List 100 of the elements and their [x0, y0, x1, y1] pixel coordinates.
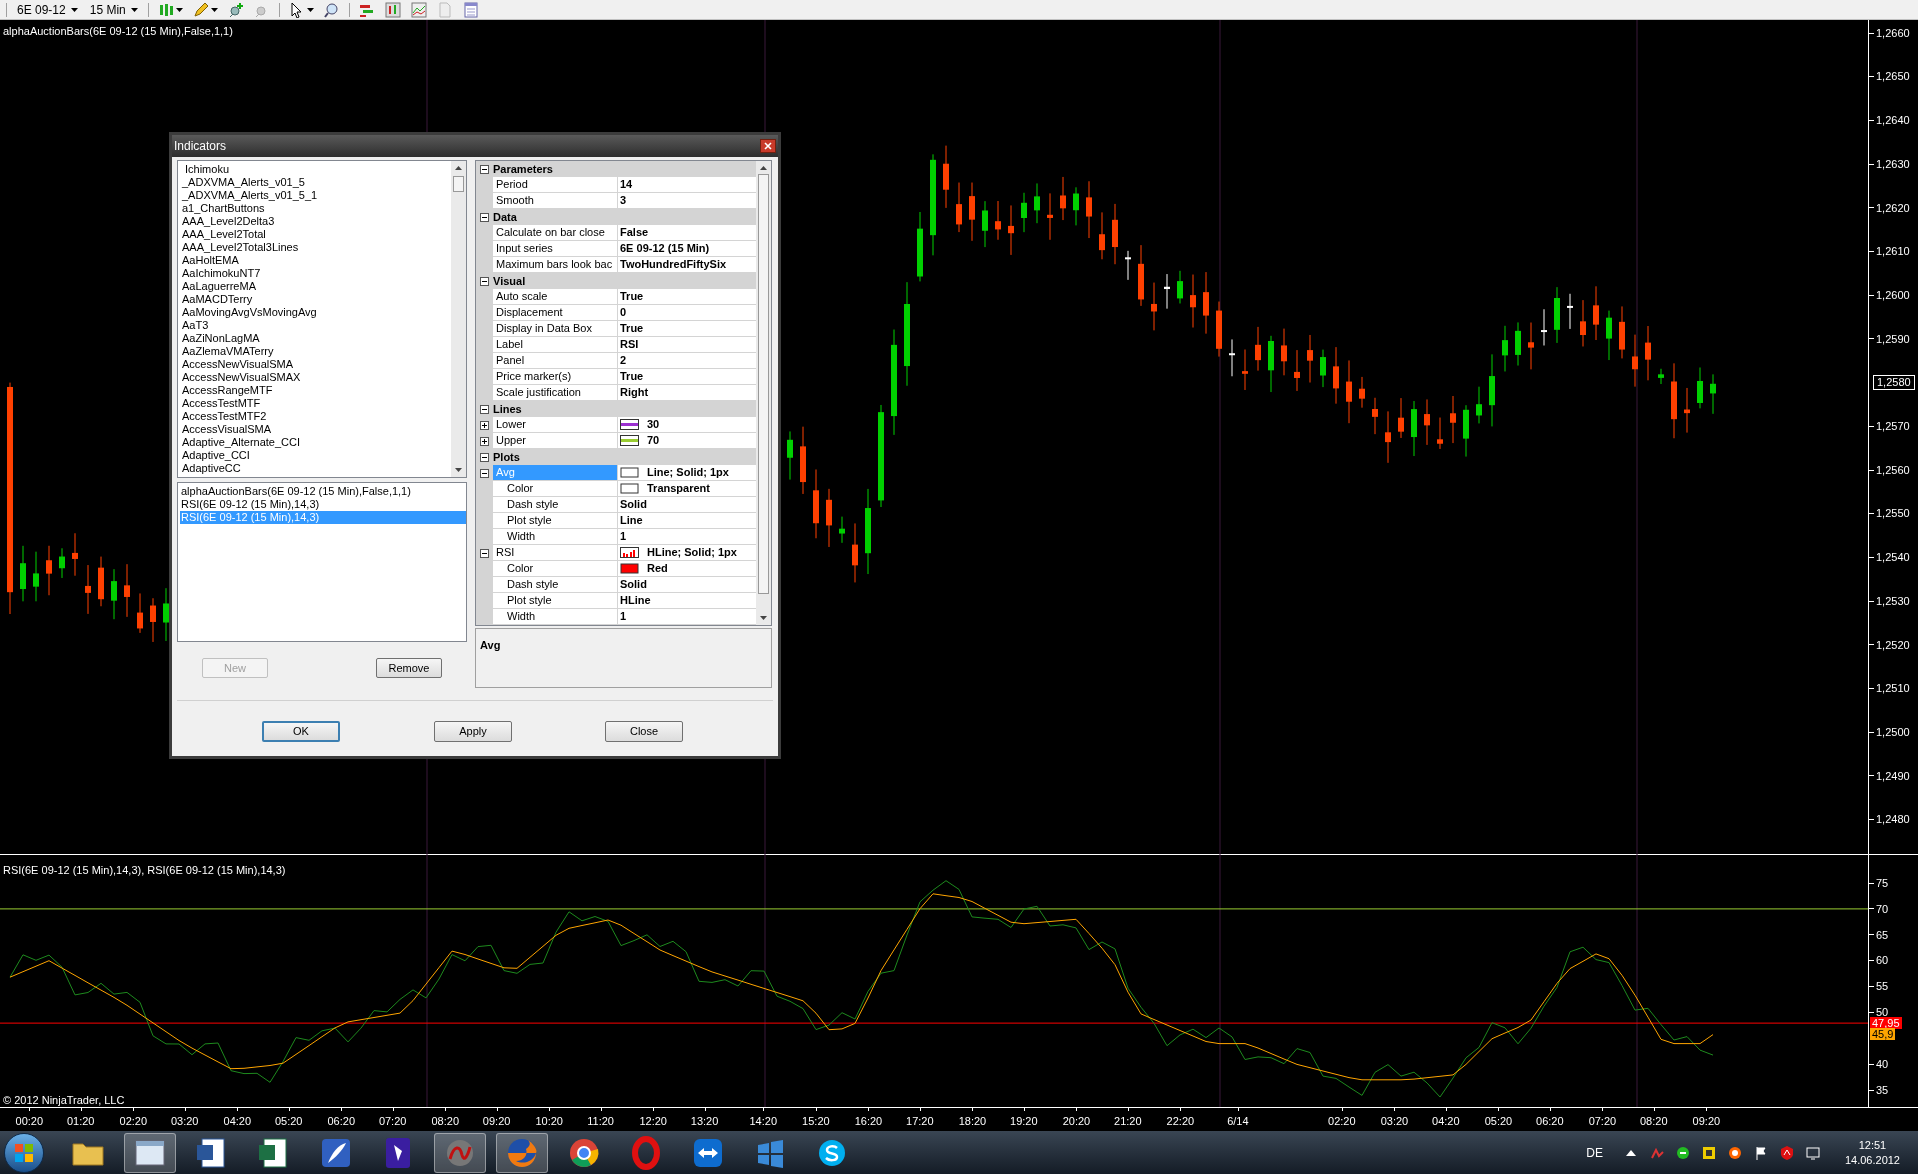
- collapse-icon[interactable]: [480, 276, 489, 286]
- tray-app-icon[interactable]: [1700, 1144, 1717, 1161]
- list-item[interactable]: Ichimoku: [182, 163, 451, 176]
- property-name[interactable]: Dash style: [493, 497, 618, 513]
- property-value: HLine: [620, 593, 651, 609]
- price-label: 1,2600: [1876, 287, 1910, 303]
- scrollbar-thumb[interactable]: [453, 176, 464, 192]
- scrollbar[interactable]: [451, 161, 466, 477]
- list-item[interactable]: a1_ChartButtons: [182, 202, 451, 215]
- property-name[interactable]: Smooth: [493, 193, 618, 209]
- property-name[interactable]: Maximum bars look bac: [493, 257, 618, 273]
- list-item[interactable]: AccessVisualSMA: [182, 423, 451, 436]
- list-item[interactable]: AAA_Level2Total3Lines: [182, 241, 451, 254]
- clock-date[interactable]: 14.06.2012: [1844, 1152, 1900, 1168]
- property-name[interactable]: Panel: [493, 353, 618, 369]
- list-item[interactable]: AaZlemaVMATerry: [182, 345, 451, 358]
- interval-dropdown[interactable]: 15 Min: [85, 0, 142, 19]
- pencil-icon[interactable]: [192, 1, 209, 18]
- list-item[interactable]: AaHoltEMA: [182, 254, 451, 267]
- rsi-label: 70: [1876, 901, 1889, 917]
- list-item[interactable]: _ADXVMA_Alerts_v01_5: [182, 176, 451, 189]
- list-item[interactable]: AaLaguerreMA: [182, 280, 451, 293]
- list-item[interactable]: AccessTestMTF2: [182, 410, 451, 423]
- scrollbar[interactable]: [756, 161, 771, 625]
- list-item[interactable]: AccessTestMTF: [182, 397, 451, 410]
- collapse-icon[interactable]: [480, 404, 489, 414]
- property-name[interactable]: Price marker(s): [493, 369, 618, 385]
- ok-button[interactable]: OK: [262, 721, 340, 742]
- property-name[interactable]: Color: [493, 561, 618, 577]
- zoom-icon[interactable]: [323, 1, 340, 18]
- time-label: 04:20: [223, 1114, 252, 1129]
- property-name[interactable]: Width: [493, 609, 618, 625]
- property-name[interactable]: Upper: [493, 433, 618, 449]
- expand-icon[interactable]: [480, 436, 489, 446]
- price-label: 1,2650: [1876, 69, 1910, 85]
- remove-button[interactable]: Remove: [376, 658, 442, 678]
- property-value: 1: [620, 529, 627, 545]
- property-name[interactable]: Plot style: [493, 513, 618, 529]
- list-item[interactable]: AdaptiveCC: [182, 462, 451, 475]
- property-value: 30: [647, 417, 660, 433]
- property-name[interactable]: Lower: [493, 417, 618, 433]
- candles-icon[interactable]: [384, 1, 401, 18]
- screen-icon[interactable]: [1804, 1144, 1821, 1161]
- start-button[interactable]: [4, 1132, 44, 1173]
- close-button[interactable]: Close: [605, 721, 683, 742]
- collapse-icon[interactable]: [480, 212, 489, 222]
- property-name[interactable]: RSI: [493, 545, 618, 561]
- list-item[interactable]: AccessNewVisualSMA: [182, 358, 451, 371]
- window-icon[interactable]: [462, 1, 479, 18]
- property-name[interactable]: Period: [493, 177, 618, 193]
- scrollbar-thumb[interactable]: [758, 174, 769, 594]
- caret-icon: [210, 7, 218, 12]
- property-name[interactable]: Input series: [493, 241, 618, 257]
- collapse-icon[interactable]: [480, 452, 489, 462]
- list-item[interactable]: Adaptive_CCI: [182, 449, 451, 462]
- property-name[interactable]: Color: [493, 481, 618, 497]
- taskbar-button[interactable]: [124, 1132, 176, 1173]
- list-item[interactable]: AAA_Level2Delta3: [182, 215, 451, 228]
- tray-app-icon[interactable]: [1726, 1144, 1743, 1161]
- list-item[interactable]: AaMACDTerry: [182, 293, 451, 306]
- time-label: 02:20: [119, 1114, 148, 1129]
- shield-icon[interactable]: [1778, 1144, 1795, 1161]
- caret-icon: [130, 7, 138, 12]
- property-name[interactable]: Label: [493, 337, 618, 353]
- pin-add-icon[interactable]: [227, 1, 244, 18]
- candles-icon[interactable]: [157, 1, 174, 18]
- list-item[interactable]: AAA_Level2Total: [182, 228, 451, 241]
- language-indicator[interactable]: DE: [1586, 1143, 1603, 1162]
- candlestick: [137, 592, 143, 634]
- line-chart-icon[interactable]: [410, 1, 427, 18]
- list-item[interactable]: AccessRangeMTF: [182, 384, 451, 397]
- property-name[interactable]: Auto scale: [493, 289, 618, 305]
- list-item[interactable]: _ADXVMA_Alerts_v01_5_1: [182, 189, 451, 202]
- list-item[interactable]: Adaptive_Alternate_CCI: [182, 436, 451, 449]
- list-item[interactable]: AaMovingAvgVsMovingAvg: [182, 306, 451, 319]
- list-item[interactable]: alphaAuctionBars(6E 09-12 (15 Min),False,1,1): [180, 485, 466, 498]
- sync-icon[interactable]: [1674, 1144, 1691, 1161]
- collapse-icon[interactable]: [480, 468, 489, 478]
- instrument-dropdown[interactable]: 6E 09-12: [13, 0, 82, 19]
- list-item[interactable]: AaIchimokuNT7: [182, 267, 451, 280]
- category-header: Data: [493, 209, 517, 225]
- collapse-icon[interactable]: [480, 548, 489, 558]
- list-item[interactable]: AaZiNonLagMA: [182, 332, 451, 345]
- list-item[interactable]: RSI(6E 09-12 (15 Min),14,3): [180, 498, 466, 511]
- property-name[interactable]: Dash style: [493, 577, 618, 593]
- property-name[interactable]: Display in Data Box: [493, 321, 618, 337]
- clock-time[interactable]: 12:51: [1858, 1137, 1887, 1153]
- collapse-icon[interactable]: [480, 164, 489, 174]
- arrow-up-icon: [760, 166, 767, 170]
- property-name[interactable]: Scale justification: [493, 385, 618, 401]
- list-item[interactable]: AccessNewVisualSMAX: [182, 371, 451, 384]
- property-name[interactable]: Plot style: [493, 593, 618, 609]
- close-button[interactable]: [760, 139, 776, 153]
- property-value: Line; Solid; 1px: [647, 465, 729, 481]
- property-name[interactable]: Displacement: [493, 305, 618, 321]
- list-item[interactable]: AaT3: [182, 319, 451, 332]
- apply-button[interactable]: Apply: [434, 721, 512, 742]
- expand-icon[interactable]: [480, 420, 489, 430]
- property-name[interactable]: Calculate on bar close: [493, 225, 618, 241]
- property-name[interactable]: Width: [493, 529, 618, 545]
